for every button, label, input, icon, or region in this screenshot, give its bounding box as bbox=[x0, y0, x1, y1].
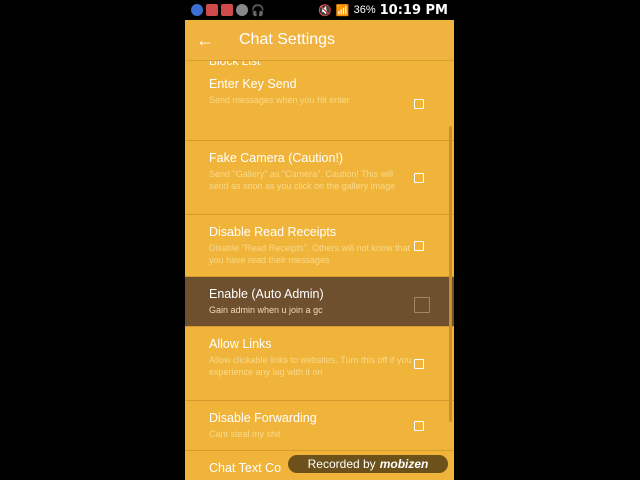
settings-row-subtitle: Allow clickable links to websites. Turn … bbox=[209, 355, 412, 377]
mail-notification-icon bbox=[206, 4, 218, 16]
settings-row[interactable]: Enter Key Send Send messages when you hit… bbox=[185, 67, 454, 141]
mail-notification-icon bbox=[221, 4, 233, 16]
settings-row-title: Allow Links bbox=[209, 337, 272, 351]
settings-row-title: Enable (Auto Admin) bbox=[209, 287, 324, 301]
settings-row[interactable]: Allow Links Allow clickable links to webs… bbox=[185, 327, 454, 401]
checkbox[interactable] bbox=[414, 99, 424, 109]
settings-row-title: Enter Key Send bbox=[209, 77, 297, 91]
wifi-icon: 📶 bbox=[335, 4, 350, 17]
settings-row-subtitle: Disable "Read Receipts". Others will not… bbox=[209, 243, 410, 265]
settings-row-title: Fake Camera (Caution!) bbox=[209, 151, 344, 165]
app-notification-icon bbox=[191, 4, 203, 16]
back-arrow-icon[interactable]: ← bbox=[185, 30, 225, 51]
status-bar: 🎧 🔇 📶 36% 10:19 PM bbox=[185, 0, 454, 20]
settings-row-subtitle: Send messages when you hit enter bbox=[209, 95, 350, 105]
phone-screen: 🎧 🔇 📶 36% 10:19 PM ← Chat Settings Block… bbox=[185, 0, 454, 480]
checkbox[interactable] bbox=[414, 297, 430, 313]
battery-level: 36% bbox=[353, 4, 376, 16]
settings-row[interactable]: Disable Forwarding Cant steal my shit bbox=[185, 401, 454, 451]
page-title: Chat Settings bbox=[239, 31, 336, 48]
app-bar: ← Chat Settings bbox=[185, 20, 454, 61]
settings-row-title: Disable Forwarding bbox=[209, 411, 317, 425]
checkbox[interactable] bbox=[414, 241, 424, 251]
checkbox[interactable] bbox=[414, 421, 424, 431]
headphones-icon: 🎧 bbox=[251, 4, 265, 17]
settings-row-title: Disable Read Receipts bbox=[209, 225, 337, 239]
watermark-text: Recorded by bbox=[307, 457, 376, 471]
clock: 10:19 PM bbox=[379, 2, 448, 18]
settings-row[interactable]: Enable (Auto Admin) Gain admin when u joi… bbox=[185, 277, 454, 327]
settings-row[interactable]: Fake Camera (Caution!) Send "Gallery" as … bbox=[185, 141, 454, 215]
scrollbar[interactable] bbox=[449, 126, 452, 422]
mute-icon: 🔇 bbox=[318, 4, 332, 17]
settings-row-subtitle: Send "Gallery" as "Camera". Caution! Thi… bbox=[209, 169, 396, 191]
settings-row-subtitle: Cant steal my shit bbox=[209, 429, 281, 439]
watermark-logo: mobizen bbox=[379, 457, 429, 471]
checkbox[interactable] bbox=[414, 359, 424, 369]
checkbox[interactable] bbox=[414, 173, 424, 183]
dot-notification-icon bbox=[236, 4, 248, 16]
settings-row[interactable]: Disable Read Receipts Disable "Read Recei… bbox=[185, 215, 454, 277]
settings-row-subtitle: Gain admin when u join a gc bbox=[209, 305, 323, 315]
system-status: 🔇 📶 36% 10:19 PM bbox=[318, 3, 454, 18]
notification-icons: 🎧 bbox=[185, 4, 265, 17]
recording-watermark: Recorded by mobizen bbox=[288, 455, 448, 473]
settings-list[interactable]: Block List Enter Key SendSend messages w… bbox=[185, 61, 454, 480]
